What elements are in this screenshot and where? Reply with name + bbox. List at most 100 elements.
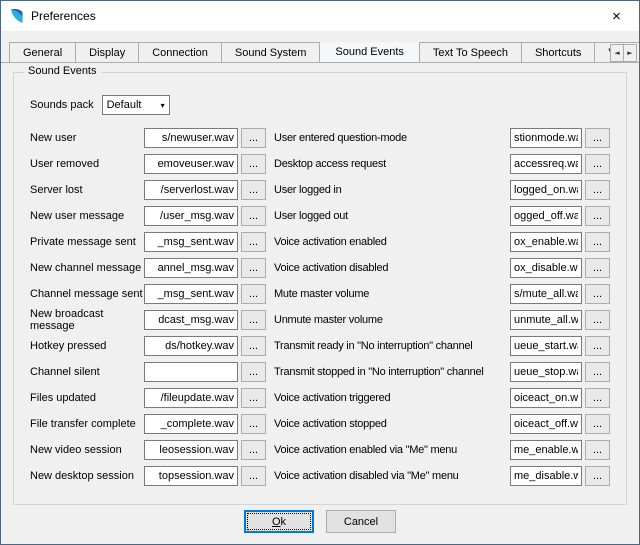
sound-event-row: Transmit stopped in "No interruption" ch… [274, 362, 610, 382]
cancel-button[interactable]: Cancel [326, 510, 396, 533]
tab-display[interactable]: Display [75, 42, 139, 62]
sound-event-row: New desktop session... [30, 466, 274, 486]
browse-button[interactable]: ... [585, 336, 610, 356]
browse-button[interactable]: ... [241, 180, 266, 200]
browse-button[interactable]: ... [241, 414, 266, 434]
sound-event-label: Voice activation disabled via "Me" menu [274, 470, 510, 482]
sound-event-label: New video session [30, 444, 144, 456]
sound-file-input[interactable] [510, 180, 582, 200]
sound-file-input[interactable] [144, 466, 238, 486]
sound-file-input[interactable] [510, 440, 582, 460]
browse-button[interactable]: ... [585, 206, 610, 226]
sound-file-input[interactable] [144, 258, 238, 278]
sound-file-input[interactable] [144, 232, 238, 252]
browse-button[interactable]: ... [585, 440, 610, 460]
sound-event-label: New desktop session [30, 470, 144, 482]
sound-file-input[interactable] [510, 310, 582, 330]
browse-button[interactable]: ... [585, 284, 610, 304]
sounds-pack-select[interactable]: Default ▾ [102, 95, 170, 115]
browse-button[interactable]: ... [585, 362, 610, 382]
tab-scroll-left-button[interactable]: ◄ [610, 44, 624, 62]
browse-button[interactable]: ... [585, 154, 610, 174]
browse-button[interactable]: ... [585, 180, 610, 200]
sound-event-row: New video session... [30, 440, 274, 460]
sound-event-row: New user message... [30, 206, 274, 226]
group-title: Sound Events [24, 65, 101, 77]
sound-file-input[interactable] [144, 440, 238, 460]
browse-button[interactable]: ... [585, 310, 610, 330]
sound-event-row: Voice activation disabled... [274, 258, 610, 278]
sound-event-label: Voice activation disabled [274, 262, 510, 274]
browse-button[interactable]: ... [585, 232, 610, 252]
sound-file-input[interactable] [510, 284, 582, 304]
sound-event-row: Transmit ready in "No interruption" chan… [274, 336, 610, 356]
browse-button[interactable]: ... [241, 154, 266, 174]
sound-event-row: Channel silent... [30, 362, 274, 382]
sound-file-input[interactable] [144, 180, 238, 200]
sound-file-input[interactable] [510, 206, 582, 226]
sound-event-row: Voice activation enabled... [274, 232, 610, 252]
sound-file-input[interactable] [144, 206, 238, 226]
ok-button[interactable]: Ok [244, 510, 314, 533]
sound-file-input[interactable] [144, 128, 238, 148]
sound-file-input[interactable] [144, 336, 238, 356]
sound-file-input[interactable] [510, 232, 582, 252]
browse-button[interactable]: ... [585, 466, 610, 486]
sound-file-input[interactable] [144, 388, 238, 408]
sound-file-input[interactable] [510, 414, 582, 434]
browse-button[interactable]: ... [585, 128, 610, 148]
sound-file-input[interactable] [144, 414, 238, 434]
tab-general[interactable]: General [9, 42, 76, 62]
browse-button[interactable]: ... [241, 232, 266, 252]
browse-button[interactable]: ... [241, 206, 266, 226]
sound-event-label: Transmit ready in "No interruption" chan… [274, 340, 510, 352]
sound-file-input[interactable] [144, 284, 238, 304]
sound-event-row: Channel message sent... [30, 284, 274, 304]
sound-file-input[interactable] [510, 258, 582, 278]
sound-event-label: New broadcast message [30, 308, 144, 332]
sound-event-label: Voice activation enabled [274, 236, 510, 248]
tab-connection[interactable]: Connection [138, 42, 222, 62]
sound-event-label: New user message [30, 210, 144, 222]
tab-scroll-right-button[interactable]: ► [623, 44, 637, 62]
ok-label-accel: O [272, 516, 281, 528]
sound-file-input[interactable] [510, 336, 582, 356]
browse-button[interactable]: ... [241, 362, 266, 382]
sound-events-left-column: New user...User removed...Server lost...… [30, 128, 274, 492]
sound-event-row: Desktop access request... [274, 154, 610, 174]
browse-button[interactable]: ... [241, 284, 266, 304]
browse-button[interactable]: ... [585, 258, 610, 278]
browse-button[interactable]: ... [241, 466, 266, 486]
sound-file-input[interactable] [144, 154, 238, 174]
browse-button[interactable]: ... [241, 310, 266, 330]
browse-button[interactable]: ... [241, 440, 266, 460]
sound-event-label: New channel message [30, 262, 144, 274]
sound-events-right-column: User entered question-mode...Desktop acc… [274, 128, 610, 492]
close-button[interactable]: × [594, 1, 639, 31]
sound-event-label: Hotkey pressed [30, 340, 144, 352]
browse-button[interactable]: ... [241, 388, 266, 408]
sounds-pack-label: Sounds pack [30, 99, 94, 111]
sound-file-input[interactable] [144, 362, 238, 382]
sound-events-columns: New user...User removed...Server lost...… [30, 128, 610, 492]
browse-button[interactable]: ... [585, 414, 610, 434]
sound-event-label: Transmit stopped in "No interruption" ch… [274, 366, 510, 378]
app-icon [9, 8, 25, 24]
tab-sound-system[interactable]: Sound System [221, 42, 321, 62]
tab-shortcuts[interactable]: Shortcuts [521, 42, 595, 62]
tab-sound-events[interactable]: Sound Events [319, 42, 420, 62]
sound-file-input[interactable] [510, 388, 582, 408]
sound-file-input[interactable] [510, 362, 582, 382]
browse-button[interactable]: ... [241, 128, 266, 148]
sound-event-row: New broadcast message... [30, 310, 274, 330]
sound-file-input[interactable] [510, 466, 582, 486]
sound-event-row: File transfer complete... [30, 414, 274, 434]
browse-button[interactable]: ... [585, 388, 610, 408]
sound-file-input[interactable] [510, 154, 582, 174]
browse-button[interactable]: ... [241, 258, 266, 278]
browse-button[interactable]: ... [241, 336, 266, 356]
sound-event-label: User removed [30, 158, 144, 170]
sound-file-input[interactable] [144, 310, 238, 330]
sound-file-input[interactable] [510, 128, 582, 148]
tab-text-to-speech[interactable]: Text To Speech [419, 42, 522, 62]
